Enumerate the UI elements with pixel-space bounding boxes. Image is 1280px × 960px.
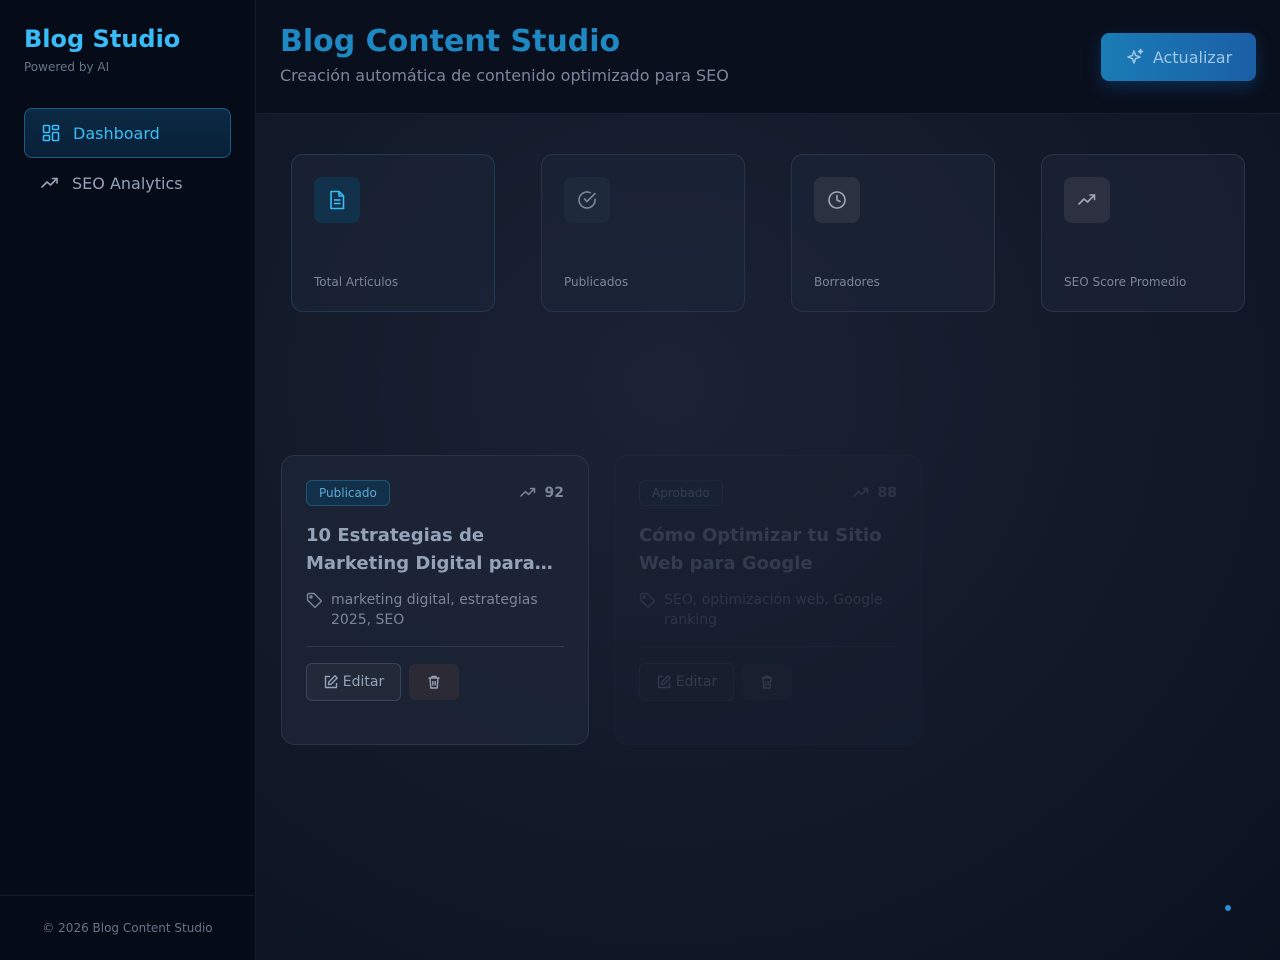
trending-up-icon xyxy=(852,484,870,502)
status-indicator-dot xyxy=(1225,905,1231,911)
seo-score-value: 92 xyxy=(544,485,564,501)
brand-subtitle: Powered by AI xyxy=(24,60,110,74)
status-badge: Aprobado xyxy=(639,480,723,506)
stat-card-total-articles: Total Artículos xyxy=(291,154,495,312)
stat-label: SEO Score Promedio xyxy=(1064,275,1187,289)
trash-icon xyxy=(759,674,775,690)
sparkles-icon xyxy=(1125,47,1145,67)
trash-icon xyxy=(426,674,442,690)
sidebar-nav: Dashboard SEO Analytics xyxy=(24,108,231,208)
document-icon xyxy=(314,177,360,223)
dashboard-grid-icon xyxy=(41,123,61,143)
seo-score-value: 88 xyxy=(877,485,897,501)
check-circle-icon xyxy=(564,177,610,223)
stat-card-seo-score: SEO Score Promedio xyxy=(1041,154,1245,312)
status-badge: Publicado xyxy=(306,480,390,506)
refresh-label: Actualizar xyxy=(1152,47,1233,67)
sidebar-item-label: Dashboard xyxy=(73,123,160,143)
card-divider xyxy=(639,646,897,647)
stat-card-drafts: Borradores xyxy=(791,154,995,312)
stat-label: Publicados xyxy=(564,275,629,289)
article-tags: SEO, optimización web, Google ranking xyxy=(639,590,901,630)
refresh-button[interactable]: Actualizar xyxy=(1101,33,1256,81)
stat-label: Total Artículos xyxy=(314,275,399,289)
stat-card-published: Publicados xyxy=(541,154,745,312)
tags-text: marketing digital, estrategias 2025, SEO xyxy=(331,592,538,628)
trending-up-icon xyxy=(40,173,60,193)
main-content: Blog Content Studio Creación automática … xyxy=(256,0,1280,960)
tag-icon xyxy=(306,592,323,609)
tags-text: SEO, optimización web, Google ranking xyxy=(664,592,883,628)
article-tags: marketing digital, estrategias 2025, SEO xyxy=(306,590,568,630)
sidebar: Blog Studio Powered by AI Dashboard SEO … xyxy=(0,0,256,960)
edit-button[interactable]: Editar xyxy=(639,663,734,701)
card-divider xyxy=(306,646,564,647)
edit-label: Editar xyxy=(342,674,385,690)
article-card: Publicado 92 10 Estrategias de Marketing… xyxy=(281,455,589,745)
trending-up-icon xyxy=(1064,177,1110,223)
edit-label: Editar xyxy=(675,674,718,690)
sidebar-item-label: SEO Analytics xyxy=(72,173,183,193)
seo-score: 92 xyxy=(519,484,564,502)
delete-button[interactable] xyxy=(409,664,459,700)
delete-button[interactable] xyxy=(742,664,792,700)
article-title[interactable]: Cómo Optimizar tu Sitio Web para Google xyxy=(639,522,899,578)
brand: Blog Studio Powered by AI xyxy=(24,24,180,74)
edit-button[interactable]: Editar xyxy=(306,663,401,701)
edit-icon xyxy=(656,674,672,690)
edit-icon xyxy=(323,674,339,690)
page-title: Blog Content Studio xyxy=(280,24,621,59)
tag-icon xyxy=(639,592,656,609)
sidebar-item-dashboard[interactable]: Dashboard xyxy=(24,108,231,158)
brand-title: Blog Studio xyxy=(24,25,181,53)
trending-up-icon xyxy=(519,484,537,502)
seo-score: 88 xyxy=(852,484,897,502)
article-title[interactable]: 10 Estrategias de Marketing Digital para… xyxy=(306,522,566,578)
sidebar-footer: © 2026 Blog Content Studio xyxy=(0,895,255,960)
page-header: Blog Content Studio Creación automática … xyxy=(256,0,1280,114)
page-subtitle: Creación automática de contenido optimiz… xyxy=(280,66,729,85)
sidebar-item-seo-analytics[interactable]: SEO Analytics xyxy=(24,158,231,208)
clock-icon xyxy=(814,177,860,223)
stat-label: Borradores xyxy=(814,275,880,289)
article-card: Aprobado 88 Cómo Optimizar tu Sitio Web … xyxy=(614,455,922,745)
